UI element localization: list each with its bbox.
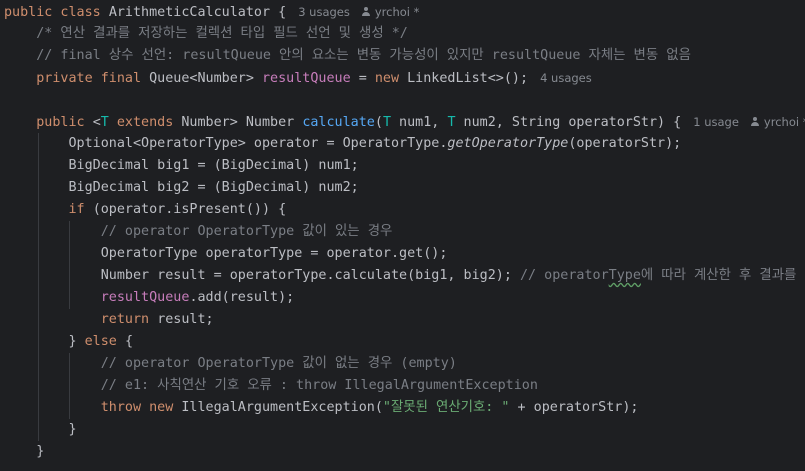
code-line[interactable]: public class ArithmeticCalculator { 3 usa… xyxy=(4,1,419,23)
comment-token: // operator xyxy=(519,268,609,283)
string-literal-token: "잘못된 연산기호: " xyxy=(382,400,510,415)
keyword-token: else xyxy=(84,334,125,349)
code-line[interactable]: // e1: 사칙연산 기호 오류 : throw IllegalArgumen… xyxy=(4,375,538,397)
code-token: result; xyxy=(157,312,214,327)
code-line[interactable]: private final Queue<Number> resultQueue … xyxy=(4,67,592,89)
method-name-token: calculate xyxy=(302,115,375,130)
keyword-token: new xyxy=(374,71,408,86)
code-token: Optional<OperatorType> operator = Operat… xyxy=(4,136,448,151)
usages-hint[interactable]: 4 usages xyxy=(540,71,592,85)
code-token: LinkedList<>(); xyxy=(407,71,529,86)
field-token: resultQueue xyxy=(100,290,190,305)
code-line[interactable]: // final 상수 선언: resultQueue 안의 요소는 변동 가능… xyxy=(4,45,691,67)
code-line[interactable]: Optional<OperatorType> operator = Operat… xyxy=(4,133,681,155)
code-token: (operator.isPresent()) { xyxy=(92,202,287,217)
code-token: BigDecimal big1 = (BigDecimal) num1; xyxy=(4,158,359,173)
code-token: { xyxy=(124,334,133,349)
code-line[interactable]: /* 연산 결과를 저장하는 컬렉션 타입 필드 선언 및 생성 */ xyxy=(4,23,408,45)
code-token: Number> Number xyxy=(181,115,303,130)
code-token: } xyxy=(4,422,77,437)
code-token: num1, xyxy=(391,115,448,130)
author-hint[interactable]: yrchoi * xyxy=(362,5,420,19)
typo-warning-token: Type xyxy=(608,268,641,283)
keyword-token: extends xyxy=(108,115,182,130)
code-line[interactable]: // operator OperatorType 값이 없는 경우 (empty… xyxy=(4,353,457,375)
comment-token: // e1: 사칙연산 기호 오류 : throw IllegalArgumen… xyxy=(4,378,538,393)
author-hint[interactable]: yrchoi * xyxy=(751,115,805,129)
code-line[interactable]: BigDecimal big2 = (BigDecimal) num2; xyxy=(4,177,359,199)
usages-hint[interactable]: 1 usage xyxy=(693,115,739,129)
code-editor[interactable]: public class ArithmeticCalculator { 3 usa… xyxy=(0,0,805,471)
code-token: ArithmeticCalculator { xyxy=(108,5,287,20)
type-parameter-token: T xyxy=(100,115,109,130)
code-line[interactable]: if (operator.isPresent()) { xyxy=(4,199,286,221)
person-icon xyxy=(751,117,760,127)
type-parameter-token: T xyxy=(447,115,456,130)
code-token: num2, String operatorStr) { xyxy=(455,115,682,130)
code-token: BigDecimal big2 = (BigDecimal) num2; xyxy=(4,180,359,195)
keyword-token: throw new xyxy=(4,400,182,415)
field-token: resultQueue xyxy=(262,71,351,86)
keyword-token: if xyxy=(4,202,93,217)
code-token: } xyxy=(4,334,85,349)
code-token: OperatorType operatorType = operator.get… xyxy=(4,246,448,261)
author-name: yrchoi * xyxy=(374,5,420,19)
code-line[interactable]: throw new IllegalArgumentException("잘못된 … xyxy=(4,397,639,419)
code-token: IllegalArgumentException( xyxy=(181,400,383,415)
usages-hint[interactable]: 3 usages xyxy=(298,5,350,19)
code-line[interactable]: public <T extends Number> Number calcula… xyxy=(4,111,805,133)
code-line[interactable]: } xyxy=(4,419,77,441)
comment-token: // final 상수 선언: resultQueue 안의 요소는 변동 가능… xyxy=(4,48,691,63)
code-line[interactable]: BigDecimal big1 = (BigDecimal) num1; xyxy=(4,155,359,177)
code-token: Number result = operatorType.calculate(b… xyxy=(4,268,520,283)
keyword-token: return xyxy=(4,312,158,327)
code-line[interactable]: Number result = operatorType.calculate(b… xyxy=(4,265,805,287)
code-line[interactable]: } else { xyxy=(4,331,133,353)
keyword-token: private final xyxy=(4,71,150,86)
keyword-token: public class xyxy=(4,5,109,20)
comment-token: // operator OperatorType 값이 없는 경우 (empty… xyxy=(4,356,457,371)
code-line[interactable]: return result; xyxy=(4,309,214,331)
comment-token: // operator OperatorType 값이 있는 경우 xyxy=(4,224,393,239)
author-name: yrchoi * xyxy=(763,115,805,129)
comment-token: /* 연산 결과를 저장하는 컬렉션 타입 필드 선언 및 생성 */ xyxy=(4,26,408,41)
static-method-call-token: getOperatorType xyxy=(447,136,569,151)
keyword-token: public xyxy=(4,115,93,130)
code-token: ( xyxy=(374,115,383,130)
code-token: } xyxy=(4,444,45,459)
code-token: < xyxy=(92,115,101,130)
code-line[interactable]: // operator OperatorType 값이 있는 경우 xyxy=(4,221,393,243)
code-line[interactable]: resultQueue.add(result); xyxy=(4,287,295,309)
comment-token: 에 따라 계산한 후 결과를 반환 xyxy=(640,268,805,283)
code-line[interactable]: OperatorType operatorType = operator.get… xyxy=(4,243,448,265)
code-token: = xyxy=(350,71,375,86)
code-token: .add(result); xyxy=(189,290,295,305)
code-line[interactable]: } xyxy=(4,441,44,463)
code-token: + operatorStr); xyxy=(509,400,639,415)
person-icon xyxy=(362,7,371,17)
code-token: Queue<Number> xyxy=(149,71,262,86)
type-parameter-token: T xyxy=(382,115,391,130)
code-token: (operatorStr); xyxy=(568,136,682,151)
